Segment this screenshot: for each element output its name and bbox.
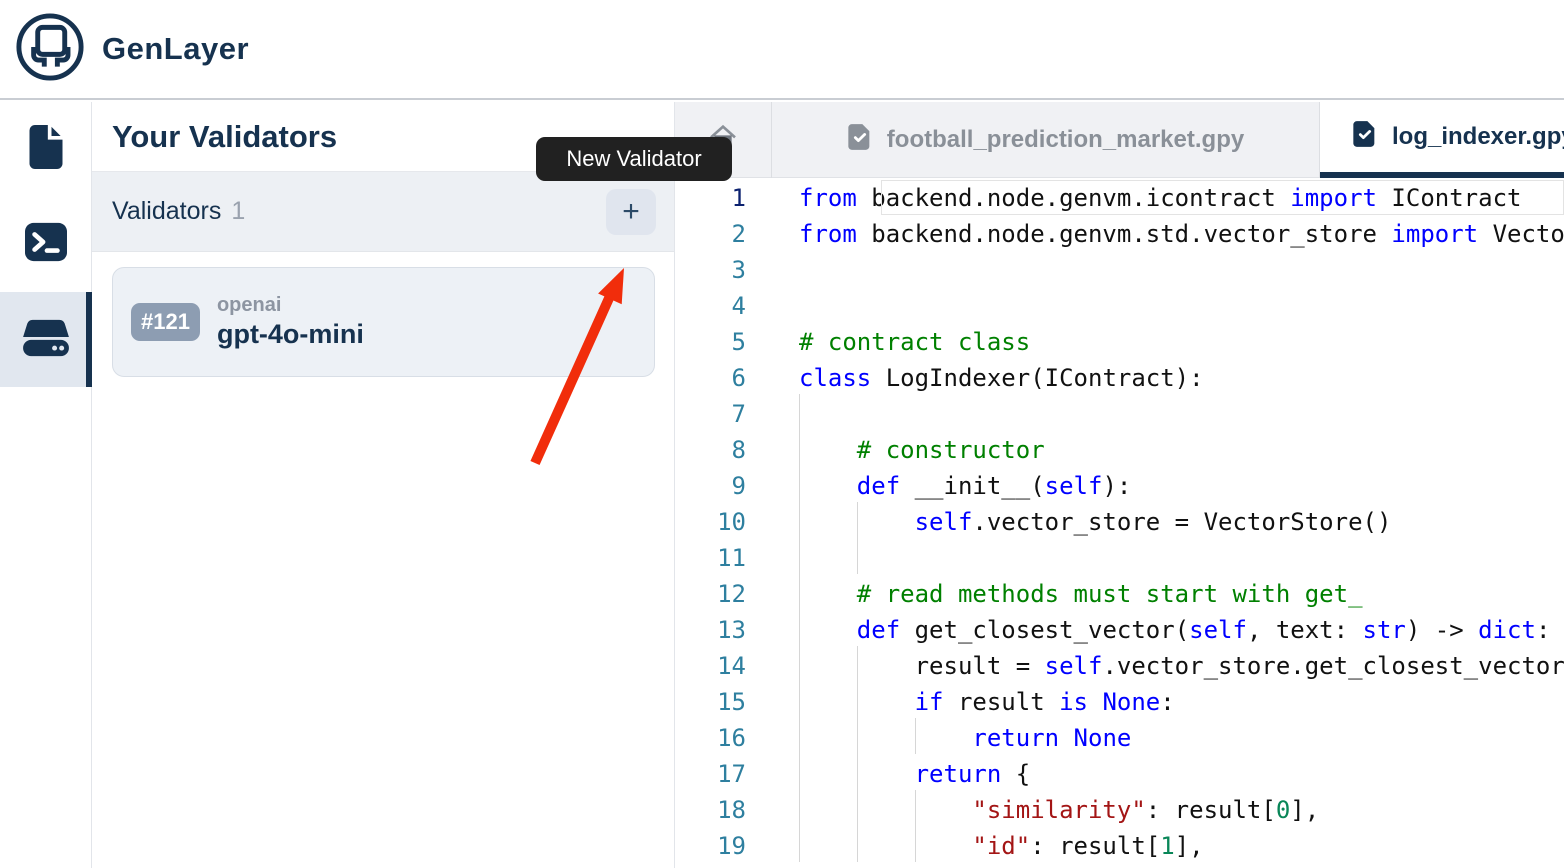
- line-number: 12: [675, 576, 746, 612]
- file-check-icon: [847, 123, 873, 158]
- validator-card[interactable]: #121 openai gpt-4o-mini: [112, 267, 655, 377]
- code-line: return {: [799, 756, 1564, 792]
- genlayer-logo-icon: [14, 11, 86, 88]
- code-line: return None: [799, 720, 1564, 756]
- code-line: if result is None:: [799, 684, 1564, 720]
- file-icon: [24, 123, 68, 176]
- code-line: [799, 540, 1564, 576]
- line-number: 7: [675, 396, 746, 432]
- code-line: [799, 396, 1564, 432]
- code-line: result = self.vector_store.get_closest_v…: [799, 648, 1564, 684]
- line-number: 5: [675, 324, 746, 360]
- validators-label: Validators: [112, 197, 221, 226]
- line-number: 16: [675, 720, 746, 756]
- code-line: class LogIndexer(IContract):: [799, 360, 1564, 396]
- validators-section-header: Validators 1 +: [92, 172, 674, 252]
- brand-name: GenLayer: [102, 31, 249, 67]
- code-line: from backend.node.genvm.icontract import…: [799, 180, 1564, 216]
- code-line: "similarity": result[0],: [799, 792, 1564, 828]
- page-title: Your Validators: [112, 119, 337, 155]
- line-number: 15: [675, 684, 746, 720]
- terminal-icon: [23, 221, 69, 268]
- code-line: # contract class: [799, 324, 1564, 360]
- add-validator-button[interactable]: +: [606, 189, 656, 235]
- sidebar-item-contracts[interactable]: [0, 102, 92, 197]
- new-validator-tooltip: New Validator: [536, 137, 732, 181]
- validator-id-badge: #121: [131, 303, 200, 341]
- app-header: GenLayer: [0, 0, 1564, 100]
- line-number: 9: [675, 468, 746, 504]
- line-number: 18: [675, 792, 746, 828]
- code-line: from backend.node.genvm.std.vector_store…: [799, 216, 1564, 252]
- code-line: self.vector_store = VectorStore(): [799, 504, 1564, 540]
- line-number: 3: [675, 252, 746, 288]
- line-number: 6: [675, 360, 746, 396]
- file-check-icon: [1352, 120, 1378, 155]
- tab-label: football_prediction_market.gpy: [887, 126, 1244, 154]
- line-number: 11: [675, 540, 746, 576]
- validators-panel: Your Validators Validators 1 + #121 open…: [92, 102, 675, 868]
- code-line: # read methods must start with get_: [799, 576, 1564, 612]
- line-number-gutter: 12345678910111213141516171819: [675, 178, 770, 868]
- line-number: 2: [675, 216, 746, 252]
- activity-sidebar: [0, 102, 92, 868]
- code-line: def __init__(self):: [799, 468, 1564, 504]
- validator-model: gpt-4o-mini: [217, 319, 364, 350]
- code-line: "id": result[1],: [799, 828, 1564, 864]
- line-number: 19: [675, 828, 746, 864]
- line-number: 10: [675, 504, 746, 540]
- line-number: 13: [675, 612, 746, 648]
- sidebar-item-terminal[interactable]: [0, 197, 92, 292]
- tab-log-indexer[interactable]: log_indexer.gpy: [1320, 102, 1564, 178]
- editor-tabbar: football_prediction_market.gpy log_index…: [675, 102, 1564, 178]
- validator-provider: openai: [217, 294, 364, 317]
- line-number: 8: [675, 432, 746, 468]
- line-number: 4: [675, 288, 746, 324]
- tab-label: log_indexer.gpy: [1392, 123, 1564, 151]
- line-number: 1: [675, 180, 746, 216]
- editor-body[interactable]: 12345678910111213141516171819 from backe…: [675, 178, 1564, 868]
- code-line: [799, 288, 1564, 324]
- code-line: # constructor: [799, 432, 1564, 468]
- sidebar-item-validators[interactable]: [0, 292, 92, 387]
- code-content: from backend.node.genvm.icontract import…: [770, 178, 1564, 868]
- line-number: 14: [675, 648, 746, 684]
- line-number: 17: [675, 756, 746, 792]
- code-editor: football_prediction_market.gpy log_index…: [675, 102, 1564, 868]
- code-line: [799, 252, 1564, 288]
- validators-count: 1: [231, 197, 245, 226]
- hard-drive-icon: [21, 316, 71, 363]
- code-line: def get_closest_vector(self, text: str) …: [799, 612, 1564, 648]
- tab-football-prediction-market[interactable]: football_prediction_market.gpy: [772, 102, 1320, 178]
